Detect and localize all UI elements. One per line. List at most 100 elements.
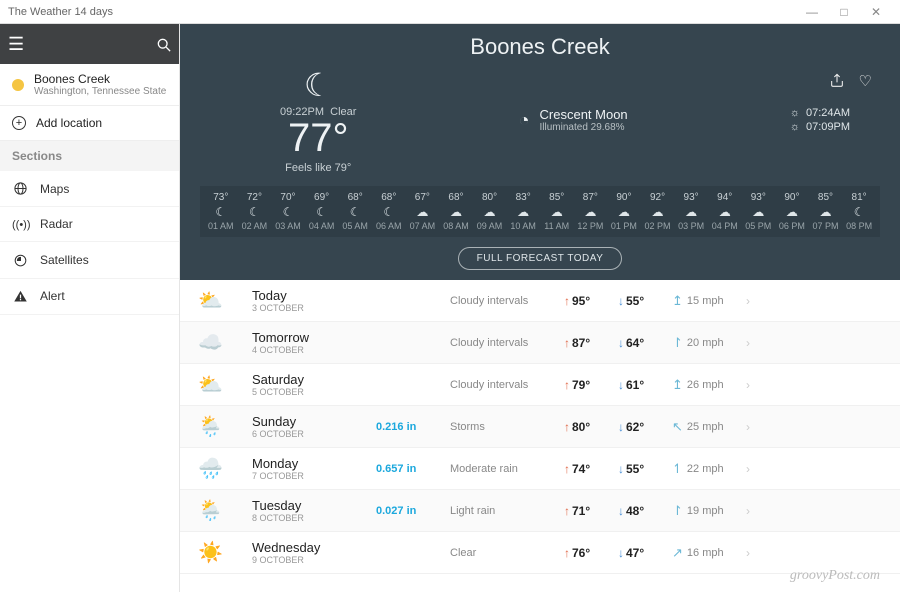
hamburger-icon[interactable]: ☰ <box>8 34 24 55</box>
hour-cell[interactable]: 87°☁12 PM <box>574 192 608 231</box>
moon-icon: ☾ <box>304 66 333 104</box>
low-temp: 62° <box>618 420 668 434</box>
search-icon[interactable] <box>157 36 171 52</box>
hour-cell[interactable]: 93°☁05 PM <box>742 192 776 231</box>
wind-speed: ↖25 mph <box>672 419 742 435</box>
sidebar-item-radar[interactable]: ((•))Radar <box>0 207 179 242</box>
day-name: Tuesday <box>252 498 372 513</box>
maximize-button[interactable]: □ <box>828 5 860 19</box>
close-button[interactable]: ✕ <box>860 5 892 19</box>
day-date: 3 OCTOBER <box>252 303 372 313</box>
hour-cell[interactable]: 83°☁10 AM <box>506 192 540 231</box>
satellite-icon <box>12 252 28 267</box>
hour-cell[interactable]: 93°☁03 PM <box>674 192 708 231</box>
sidebar: ☰ Boones Creek Washington, Tennessee Sta… <box>0 24 180 592</box>
hour-temp: 72° <box>238 192 272 203</box>
hour-label: 03 PM <box>674 221 708 231</box>
sidebar-item-satellites[interactable]: Satellites <box>0 242 179 278</box>
minimize-button[interactable]: — <box>796 5 828 19</box>
hour-cell[interactable]: 90°☁01 PM <box>607 192 641 231</box>
weather-icon: ☀️ <box>198 540 248 565</box>
chevron-right-icon: › <box>746 504 750 518</box>
day-name: Sunday <box>252 414 372 429</box>
sunrise-time: 07:24AM <box>806 107 850 119</box>
high-temp: 87° <box>564 336 614 350</box>
wind-arrow-icon: ↖ <box>672 419 683 435</box>
hour-cell[interactable]: 70°☾03 AM <box>271 192 305 231</box>
alert-icon <box>12 289 28 304</box>
forecast-row[interactable]: ⛅Today3 OCTOBERCloudy intervals95°55°↥15… <box>180 280 900 322</box>
hour-temp: 90° <box>607 192 641 203</box>
hour-cell[interactable]: 85°☁11 AM <box>540 192 574 231</box>
full-forecast-button[interactable]: FULL FORECAST TODAY <box>458 247 623 270</box>
hour-cell[interactable]: 92°☁02 PM <box>641 192 675 231</box>
sidebar-item-label: Maps <box>40 182 69 196</box>
hour-label: 01 AM <box>204 221 238 231</box>
hour-label: 09 AM <box>473 221 507 231</box>
hour-cell[interactable]: 94°☁04 PM <box>708 192 742 231</box>
high-temp: 71° <box>564 504 614 518</box>
sidebar-item-maps[interactable]: Maps <box>0 171 179 207</box>
condition-label: Cloudy intervals <box>450 295 560 307</box>
hourly-strip[interactable]: 73°☾01 AM72°☾02 AM70°☾03 AM69°☾04 AM68°☾… <box>200 186 880 237</box>
location-item[interactable]: Boones Creek Washington, Tennessee State <box>0 64 179 105</box>
high-temp: 80° <box>564 420 614 434</box>
hour-cell[interactable]: 68°☾06 AM <box>372 192 406 231</box>
sunny-dot-icon <box>12 79 24 91</box>
forecast-row[interactable]: ☁️Tomorrow4 OCTOBERCloudy intervals87°64… <box>180 322 900 364</box>
sunset-time: 07:09PM <box>806 121 850 133</box>
add-location-button[interactable]: + Add location <box>0 105 179 141</box>
condition-label: Cloudy intervals <box>450 337 560 349</box>
hour-cell[interactable]: 72°☾02 AM <box>238 192 272 231</box>
wind-arrow-icon: ↾ <box>672 503 683 519</box>
day-name: Tomorrow <box>252 330 372 345</box>
forecast-row[interactable]: 🌦️Sunday6 OCTOBER0.216 inStorms80°62°↖25… <box>180 406 900 448</box>
high-temp: 95° <box>564 294 614 308</box>
hour-cell[interactable]: 68°☁08 AM <box>439 192 473 231</box>
day-name: Wednesday <box>252 540 372 555</box>
forecast-row[interactable]: ⛅Saturday5 OCTOBERCloudy intervals79°61°… <box>180 364 900 406</box>
forecast-row[interactable]: ☀️Wednesday9 OCTOBERClear76°47°↗16 mph› <box>180 532 900 574</box>
hour-label: 08 AM <box>439 221 473 231</box>
share-icon[interactable] <box>829 72 845 90</box>
wind-speed: ↿22 mph <box>672 461 742 477</box>
day-date: 9 OCTOBER <box>252 555 372 565</box>
hour-cell[interactable]: 68°☾05 AM <box>338 192 372 231</box>
hour-icon: ☾ <box>372 205 406 219</box>
hour-temp: 81° <box>842 192 876 203</box>
forecast-row[interactable]: 🌧️Monday7 OCTOBER0.657 inModerate rain74… <box>180 448 900 490</box>
sections-header: Sections <box>0 141 179 171</box>
hour-cell[interactable]: 67°☁07 AM <box>406 192 440 231</box>
hour-temp: 68° <box>338 192 372 203</box>
hour-label: 05 PM <box>742 221 776 231</box>
high-temp: 76° <box>564 546 614 560</box>
condition-label: Storms <box>450 421 560 433</box>
wind-arrow-icon: ↥ <box>672 293 683 309</box>
hero-panel: Boones Creek ♡ ☾ 09:22PM Clear 77° Feels… <box>180 24 900 280</box>
sun-times: ☼07:24AM ☼07:09PM <box>790 105 850 135</box>
day-name: Today <box>252 288 372 303</box>
sidebar-item-alert[interactable]: Alert <box>0 279 179 315</box>
hour-temp: 92° <box>641 192 675 203</box>
favorite-icon[interactable]: ♡ <box>859 72 872 90</box>
hour-icon: ☁ <box>641 205 675 219</box>
sunset-icon: ☼ <box>790 121 800 133</box>
sidebar-item-label: Satellites <box>40 253 89 267</box>
moon-phase-block: ◔ Crescent Moon Illuminated 29.68% <box>519 107 628 133</box>
hour-cell[interactable]: 80°☁09 AM <box>473 192 507 231</box>
forecast-list[interactable]: ⛅Today3 OCTOBERCloudy intervals95°55°↥15… <box>180 280 900 592</box>
hour-cell[interactable]: 73°☾01 AM <box>204 192 238 231</box>
hour-cell[interactable]: 81°☾08 PM <box>842 192 876 231</box>
hour-label: 02 AM <box>238 221 272 231</box>
forecast-row[interactable]: 🌦️Tuesday8 OCTOBER0.027 inLight rain71°4… <box>180 490 900 532</box>
low-temp: 48° <box>618 504 668 518</box>
hour-label: 06 PM <box>775 221 809 231</box>
weather-icon: ⛅ <box>198 372 248 397</box>
chevron-right-icon: › <box>746 546 750 560</box>
hour-cell[interactable]: 69°☾04 AM <box>305 192 339 231</box>
day-date: 8 OCTOBER <box>252 513 372 523</box>
hour-icon: ☾ <box>204 205 238 219</box>
sidebar-topbar: ☰ <box>0 24 179 64</box>
hour-cell[interactable]: 90°☁06 PM <box>775 192 809 231</box>
hour-cell[interactable]: 85°☁07 PM <box>809 192 843 231</box>
